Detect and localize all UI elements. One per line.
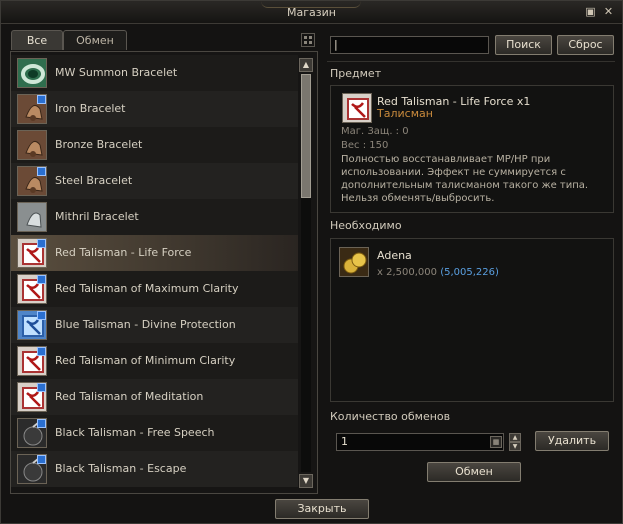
delete-button[interactable]: Удалить	[535, 431, 609, 451]
exchange-badge-icon	[37, 419, 46, 428]
calculator-icon[interactable]: ▦	[490, 436, 502, 448]
list-item-label: Red Talisman of Maximum Clarity	[55, 282, 239, 295]
required-amount: x 2,500,000	[377, 267, 437, 278]
red-talisman-icon	[342, 93, 372, 123]
green-bracelet-icon	[17, 58, 47, 88]
quantity-field[interactable]: 1	[336, 433, 504, 451]
item-description: Полностью восстанавливает MP/HP при испо…	[341, 154, 589, 204]
scroll-up-button[interactable]: ▲	[299, 58, 313, 72]
required-heading: Необходимо	[330, 219, 402, 232]
list-item-label: MW Summon Bracelet	[55, 66, 178, 79]
list-item-label: Iron Bracelet	[55, 102, 126, 115]
item-mdef: Маг. Защ. : 0	[341, 126, 409, 137]
list-item[interactable]: Red Talisman of Minimum Clarity	[11, 343, 298, 379]
list-item[interactable]: Red Talisman of Meditation	[11, 379, 298, 415]
close-icon[interactable]: ✕	[602, 5, 615, 18]
list-item-label: Blue Talisman - Divine Protection	[55, 318, 236, 331]
list-item-label: Mithril Bracelet	[55, 210, 139, 223]
bronze-bell-bracelet-icon	[17, 166, 47, 196]
bronze-bell-bracelet-icon	[17, 130, 47, 160]
list-item[interactable]: Bronze Bracelet	[11, 127, 298, 163]
search-button[interactable]: Поиск	[495, 35, 552, 55]
minimize-icon[interactable]: ▣	[584, 5, 597, 18]
adena-icon	[339, 247, 369, 277]
window-title: Магазин	[287, 6, 336, 19]
quantity-up-button[interactable]: ▲	[509, 433, 521, 442]
exchange-badge-icon	[37, 455, 46, 464]
exchange-badge-icon	[37, 347, 46, 356]
owned-amount: (5,005,226)	[440, 267, 499, 278]
shop-window: Магазин ▣ ✕ Все Обмен Black Talisman - E…	[0, 0, 623, 524]
required-item-name: Adena	[377, 249, 412, 262]
bronze-bell-bracelet-icon	[17, 94, 47, 124]
list-item[interactable]: Black Talisman - Escape	[11, 451, 298, 487]
list-item-label: Red Talisman of Minimum Clarity	[55, 354, 236, 367]
scroll-track[interactable]	[301, 74, 311, 472]
search-input[interactable]: |	[330, 36, 489, 54]
exchange-badge-icon	[37, 95, 46, 104]
list-item[interactable]: Iron Bracelet	[11, 91, 298, 127]
list-item-label: Red Talisman of Meditation	[55, 390, 204, 403]
list-item[interactable]: Blue Talisman - Divine Protection	[11, 307, 298, 343]
list-item[interactable]: Steel Bracelet	[11, 163, 298, 199]
list-item[interactable]: Red Talisman - Life Force	[11, 235, 298, 271]
list-item[interactable]: Black Talisman - Free Speech	[11, 415, 298, 451]
black-talisman-icon	[17, 454, 47, 484]
scroll-thumb[interactable]	[301, 74, 311, 198]
item-weight: Вес : 150	[341, 140, 389, 151]
red-talisman-icon	[17, 238, 47, 268]
required-amount-line: x 2,500,000 (5,005,226)	[377, 267, 499, 278]
list-item[interactable]: Red Talisman of Maximum Clarity	[11, 271, 298, 307]
list-item-label: Red Talisman - Life Force	[55, 246, 192, 259]
list-scrollbar[interactable]: ▲ ▼	[299, 58, 313, 488]
exchange-badge-icon	[37, 275, 46, 284]
quantity-down-button[interactable]: ▼	[509, 442, 521, 451]
list-item[interactable]: Mithril Bracelet	[11, 199, 298, 235]
title-bar[interactable]: Магазин ▣ ✕	[1, 1, 622, 24]
black-talisman-icon	[17, 418, 47, 448]
blue-talisman-icon	[17, 310, 47, 340]
item-list: Black Talisman - Escape Black Talisman - …	[10, 51, 318, 494]
red-talisman-icon	[17, 274, 47, 304]
red-talisman-icon	[17, 346, 47, 376]
exchange-button[interactable]: Обмен	[427, 462, 521, 482]
item-details: Red Talisman - Life Force x1 Талисман Ма…	[330, 85, 614, 213]
exchange-badge-icon	[37, 239, 46, 248]
list-item-label: Bronze Bracelet	[55, 138, 143, 151]
exchange-badge-icon	[37, 311, 46, 320]
exchange-count-heading: Количество обменов	[330, 410, 451, 423]
list-item-label: Steel Bracelet	[55, 174, 133, 187]
item-type: Талисман	[377, 107, 433, 120]
close-button[interactable]: Закрыть	[275, 499, 369, 519]
tab-exchange[interactable]: Обмен	[63, 30, 127, 50]
required-box: Adena x 2,500,000 (5,005,226)	[330, 238, 614, 402]
list-item-label: Black Talisman - Escape	[55, 462, 187, 475]
exchange-badge-icon	[37, 167, 46, 176]
reset-button[interactable]: Сброс	[557, 35, 614, 55]
list-item[interactable]: MW Summon Bracelet	[11, 55, 298, 91]
divider	[327, 61, 615, 62]
red-talisman-icon	[17, 382, 47, 412]
mithril-bracelet-icon	[17, 202, 47, 232]
scroll-down-button[interactable]: ▼	[299, 474, 313, 488]
list-item-label: Black Talisman - Free Speech	[55, 426, 215, 439]
grid-view-icon[interactable]	[301, 33, 315, 47]
tab-all[interactable]: Все	[11, 30, 63, 50]
item-heading: Предмет	[330, 67, 382, 80]
exchange-badge-icon	[37, 383, 46, 392]
